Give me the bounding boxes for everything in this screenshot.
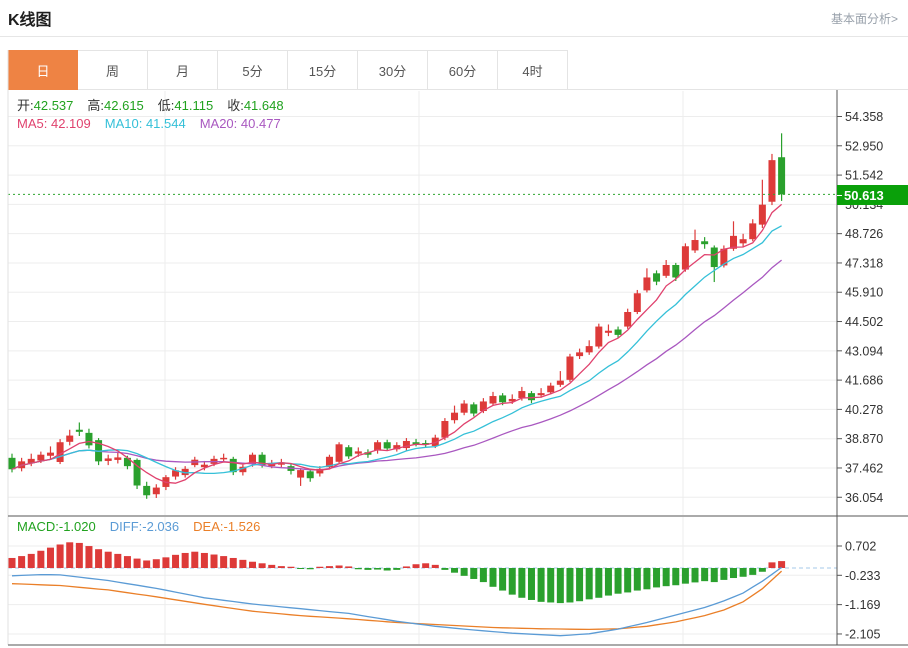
last-price-value: 50.613 <box>844 188 884 203</box>
svg-text:44.502: 44.502 <box>845 315 883 329</box>
diff-label: DIFF: <box>110 519 143 534</box>
close-value: 41.648 <box>244 98 284 113</box>
svg-text:41.686: 41.686 <box>845 374 883 388</box>
kline-widget: K线图 基本面分析> 日 周 月 5分 15分 30分 60分 4时 54.35… <box>0 0 908 648</box>
svg-text:47.318: 47.318 <box>845 256 883 270</box>
dea-value: -1.526 <box>223 519 260 534</box>
svg-text:45.910: 45.910 <box>845 286 883 300</box>
svg-text:48.726: 48.726 <box>845 227 883 241</box>
ma20-label: MA20: <box>200 116 238 131</box>
high-label: 高: <box>87 98 104 113</box>
svg-text:-1.169: -1.169 <box>845 598 880 612</box>
close-label: 收: <box>227 98 244 113</box>
open-label: 开: <box>17 98 34 113</box>
svg-text:51.542: 51.542 <box>845 169 883 183</box>
ohlc-readout: 开:42.537 高:42.615 低:41.115 收:41.648 <box>17 95 284 114</box>
svg-text:43.094: 43.094 <box>845 344 883 358</box>
svg-text:-2.105: -2.105 <box>845 627 880 641</box>
svg-text:38.870: 38.870 <box>845 432 883 446</box>
open-value: 42.537 <box>34 98 74 113</box>
svg-text:40.278: 40.278 <box>845 403 883 417</box>
svg-text:54.358: 54.358 <box>845 110 883 124</box>
svg-text:37.462: 37.462 <box>845 461 883 475</box>
svg-text:0.702: 0.702 <box>845 540 876 554</box>
svg-text:52.950: 52.950 <box>845 139 883 153</box>
last-price-tag: 50.613 <box>837 185 908 205</box>
ma20-value: 40.477 <box>241 116 281 131</box>
high-value: 42.615 <box>104 98 144 113</box>
macd-label: MACD: <box>17 519 59 534</box>
dea-label: DEA: <box>193 519 223 534</box>
diff-value: -2.036 <box>142 519 179 534</box>
tag-tick-dash <box>837 195 842 196</box>
low-label: 低: <box>158 98 175 113</box>
svg-text:36.054: 36.054 <box>845 491 883 505</box>
macd-value: -1.020 <box>59 519 96 534</box>
macd-readout: MACD:-1.020 DIFF:-2.036 DEA:-1.526 <box>17 519 260 534</box>
ma5-label: MA5: <box>17 116 47 131</box>
ma5-value: 42.109 <box>51 116 91 131</box>
ma10-value: 41.544 <box>146 116 186 131</box>
svg-text:-0.233: -0.233 <box>845 569 880 583</box>
low-value: 41.115 <box>174 98 213 113</box>
ma-readout: MA5: 42.109 MA10: 41.544 MA20: 40.477 <box>17 116 281 131</box>
ma10-label: MA10: <box>105 116 143 131</box>
